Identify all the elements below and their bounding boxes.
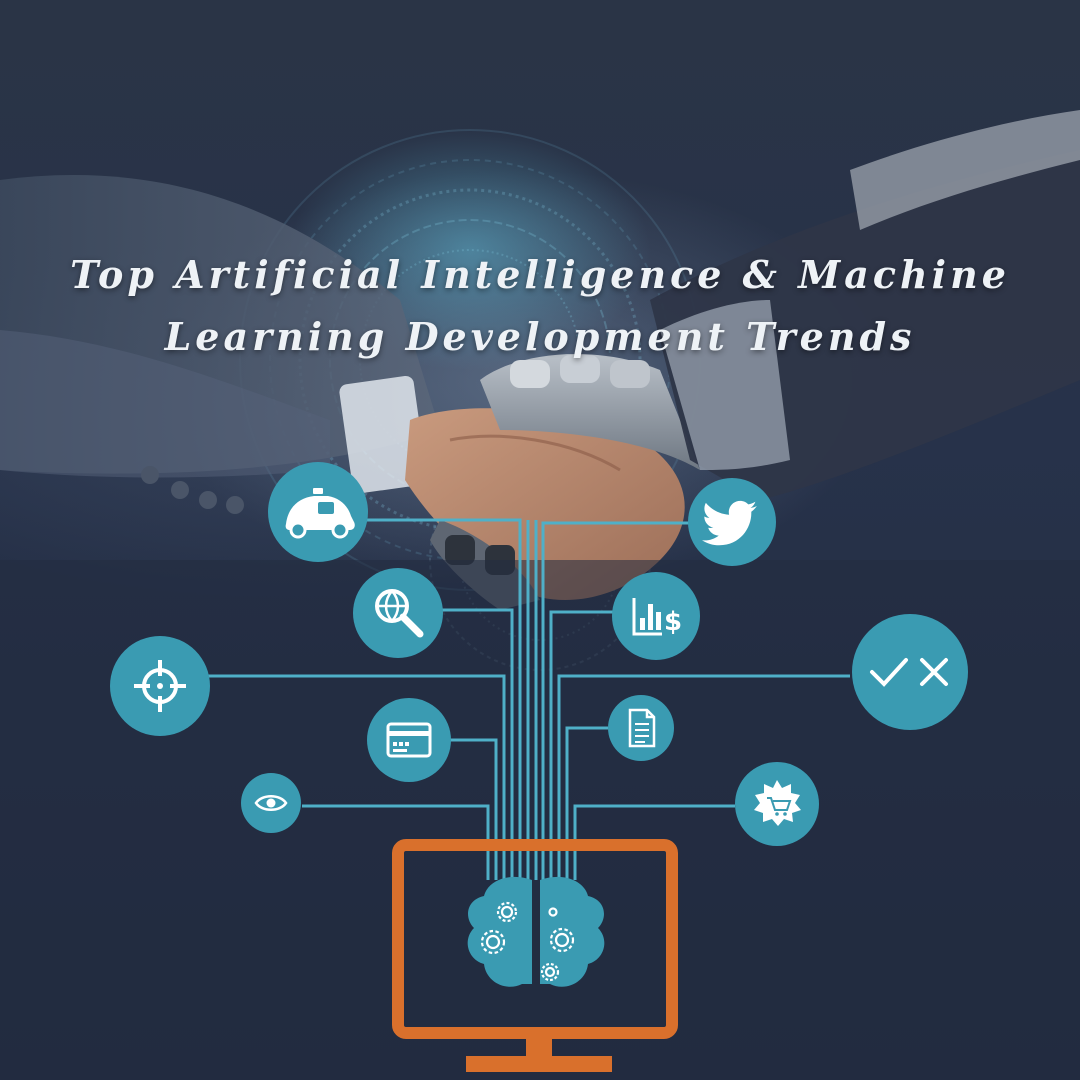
- twitter-node: [688, 478, 776, 566]
- self-driving-car-node: [268, 462, 368, 562]
- check-cross-node: [852, 614, 968, 730]
- target-node: [110, 636, 210, 736]
- shopping-badge-node: [735, 762, 819, 846]
- ai-network-diagram: $: [110, 462, 968, 1072]
- brain-gears-icon: [467, 876, 605, 987]
- svg-text:$: $: [664, 607, 682, 637]
- eye-node: [241, 773, 301, 833]
- finance-chart-node: $: [612, 572, 700, 660]
- credit-card-node: [367, 698, 451, 782]
- document-node: [608, 695, 674, 761]
- global-search-node: [353, 568, 443, 658]
- poster-canvas: Top Artificial Intelligence & Machine Le…: [0, 0, 1080, 1080]
- connector-line: [565, 726, 608, 880]
